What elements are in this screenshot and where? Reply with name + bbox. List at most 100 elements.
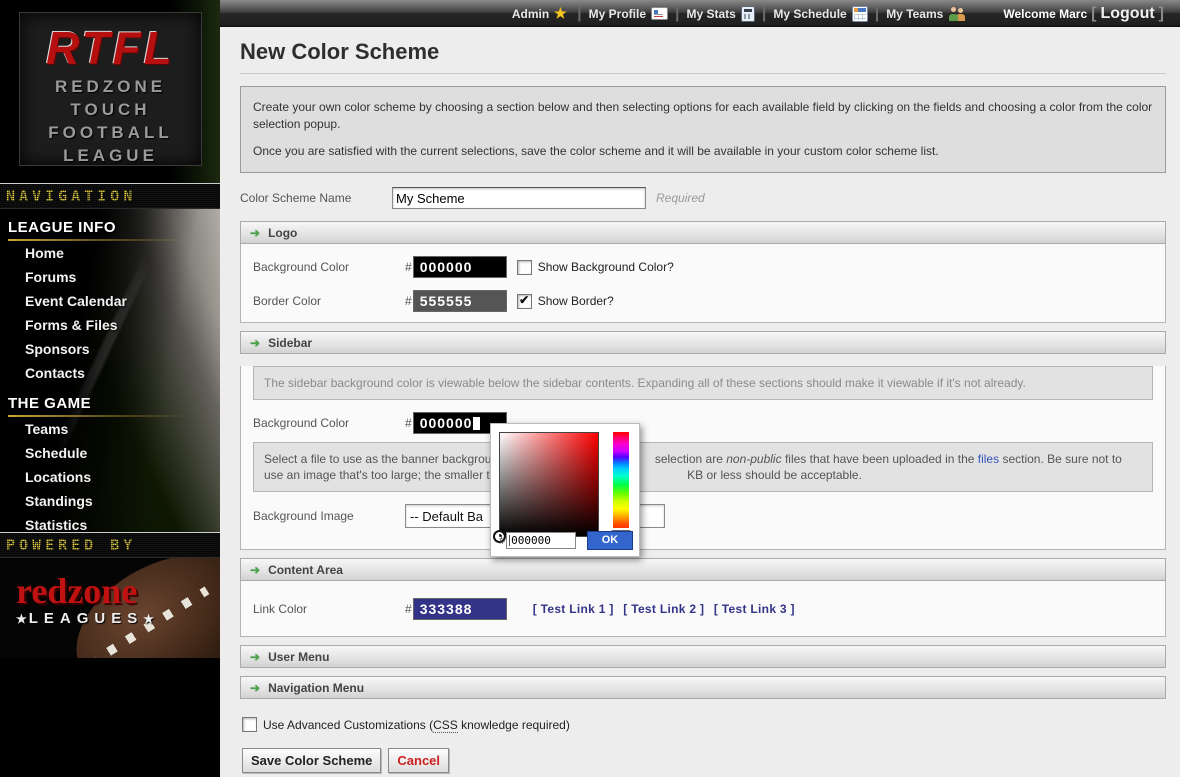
gold-rule: [8, 239, 220, 241]
stats-calculator-icon: [741, 6, 755, 22]
sidebar-item-home[interactable]: Home: [0, 241, 220, 265]
banner-note: Select a file to use as the banner backg…: [253, 442, 1153, 492]
sidebar-bg-color-row: Background Color # 000000: [241, 406, 1165, 440]
league-logo-area: RTFL REDZONE TOUCH FOOTBALL LEAGUE: [0, 0, 220, 183]
hash-prefix: #: [405, 260, 412, 274]
logo-line: TOUCH: [20, 98, 201, 121]
topbar-my-schedule[interactable]: My Schedule: [773, 6, 867, 22]
page-title: New Color Scheme: [240, 39, 1166, 74]
test-link-1[interactable]: [ Test Link 1 ]: [533, 602, 614, 616]
profile-vcard-icon: [651, 7, 668, 20]
section-body-content-area: Link Color # 333388 [ Test Link 1 ] [ Te…: [240, 581, 1166, 637]
sidebar-item-locations[interactable]: Locations: [0, 465, 220, 489]
advanced-customizations-row: Use Advanced Customizations (CSS knowled…: [242, 717, 1166, 732]
sidebar-item-contacts[interactable]: Contacts: [0, 361, 220, 385]
page: RTFL REDZONE TOUCH FOOTBALL LEAGUE NAVIG…: [0, 0, 1180, 777]
scheme-name-row: Color Scheme Name Required: [240, 187, 1166, 209]
logo-border-color-swatch[interactable]: 555555: [413, 290, 507, 312]
topbar-my-profile[interactable]: My Profile: [589, 7, 668, 21]
show-bg-color-checkbox[interactable]: [517, 260, 532, 275]
logo-rtfl-text: RTFL: [20, 21, 201, 75]
section-body-logo: Background Color # 000000 Show Backgroun…: [240, 244, 1166, 323]
sidebar-nav: LEAGUE INFO Home Forums Event Calendar F…: [0, 209, 220, 532]
league-logo: RTFL REDZONE TOUCH FOOTBALL LEAGUE: [19, 12, 202, 166]
advanced-customizations-checkbox[interactable]: [242, 717, 257, 732]
intro-paragraph-1: Create your own color scheme by choosing…: [253, 99, 1153, 133]
schedule-calendar-icon: [852, 6, 868, 22]
saturation-value-area[interactable]: [499, 432, 599, 537]
navigation-strip-label: NAVIGATION: [0, 184, 220, 205]
separator: |: [762, 5, 766, 23]
navigation-strip: NAVIGATION: [0, 183, 220, 209]
logo-bg-color-row: Background Color # 000000 Show Backgroun…: [241, 244, 1165, 284]
section-header-sidebar[interactable]: ➔ Sidebar: [240, 331, 1166, 354]
field-label: Background Color: [253, 416, 405, 430]
powered-by-label: POWERED BY: [0, 533, 220, 554]
topbar: Admin ★ | My Profile | My Stats | My Sch…: [220, 0, 1180, 28]
sidebar-filler: [0, 658, 220, 777]
hex-color-input[interactable]: 000000: [506, 532, 576, 549]
field-label: Link Color: [253, 602, 405, 616]
leagues-logo-text: ★LEAGUES★: [16, 610, 220, 627]
show-border-checkbox[interactable]: ✔: [517, 294, 532, 309]
section-header-user-menu[interactable]: ➔ User Menu: [240, 645, 1166, 668]
sidebar-item-event-calendar[interactable]: Event Calendar: [0, 289, 220, 313]
sidebar-item-sponsors[interactable]: Sponsors: [0, 337, 220, 361]
cancel-button[interactable]: Cancel: [388, 748, 449, 773]
color-picker-popup: # 000000 OK: [490, 423, 640, 557]
background-image-row: Background Image -- Default Ba: [241, 498, 1165, 534]
hash-prefix: #: [499, 535, 505, 547]
sidebar-item-forms-files[interactable]: Forms & Files: [0, 313, 220, 337]
expand-arrow-icon: ➔: [250, 563, 260, 577]
welcome-user-label: Welcome Marc: [1003, 7, 1087, 21]
topbar-my-stats[interactable]: My Stats: [687, 6, 755, 22]
league-info-header: LEAGUE INFO: [0, 209, 220, 241]
advanced-customizations-label: Use Advanced Customizations (CSS knowled…: [263, 718, 570, 732]
hash-prefix: #: [405, 294, 412, 308]
css-abbr: CSS: [433, 718, 458, 733]
logo-bg-color-swatch[interactable]: 000000: [413, 256, 507, 278]
sidebar-note: The sidebar background color is viewable…: [253, 366, 1153, 400]
sidebar-item-forums[interactable]: Forums: [0, 265, 220, 289]
test-link-3[interactable]: [ Test Link 3 ]: [714, 602, 795, 616]
bracket: ]: [1159, 5, 1164, 23]
sidebar-item-teams[interactable]: Teams: [0, 417, 220, 441]
sidebar-item-standings[interactable]: Standings: [0, 489, 220, 513]
separator: |: [875, 5, 879, 23]
separator: |: [577, 5, 581, 23]
sidebar-item-schedule[interactable]: Schedule: [0, 441, 220, 465]
section-header-content-area[interactable]: ➔ Content Area: [240, 558, 1166, 581]
expand-arrow-icon: ➔: [250, 226, 260, 240]
required-hint: Required: [656, 191, 705, 205]
logo-border-color-row: Border Color # 555555 ✔ Show Border?: [241, 284, 1165, 318]
text-cursor: [473, 417, 480, 430]
link-color-swatch[interactable]: 333388: [413, 598, 507, 620]
sidebar: RTFL REDZONE TOUCH FOOTBALL LEAGUE NAVIG…: [0, 0, 220, 777]
topbar-my-teams[interactable]: My Teams: [886, 7, 965, 21]
section-header-navigation-menu[interactable]: ➔ Navigation Menu: [240, 676, 1166, 699]
show-border-label: Show Border?: [538, 294, 614, 308]
gold-rule: [8, 415, 220, 417]
show-bg-color-label: Show Background Color?: [538, 260, 674, 274]
save-color-scheme-button[interactable]: Save Color Scheme: [242, 748, 381, 773]
expand-arrow-icon: ➔: [250, 650, 260, 664]
files-link[interactable]: files: [978, 452, 999, 466]
hash-prefix: #: [405, 602, 412, 616]
field-label: Background Color: [253, 260, 405, 274]
hue-slider[interactable]: [613, 432, 629, 528]
intro-box: Create your own color scheme by choosing…: [240, 86, 1166, 173]
scheme-name-input[interactable]: [392, 187, 646, 209]
admin-star-icon: ★: [554, 6, 570, 21]
topbar-admin[interactable]: Admin ★: [512, 6, 570, 21]
text-cursor: [509, 535, 510, 546]
section-header-logo[interactable]: ➔ Logo: [240, 221, 1166, 244]
non-public-emphasis: non-public: [726, 452, 781, 466]
logo-line: REDZONE: [20, 75, 201, 98]
scheme-name-label: Color Scheme Name: [240, 191, 392, 205]
logout-link[interactable]: Logout: [1100, 5, 1154, 23]
logo-line: FOOTBALL: [20, 121, 201, 144]
hash-prefix: #: [405, 416, 412, 430]
bracket: [: [1091, 5, 1096, 23]
test-link-2[interactable]: [ Test Link 2 ]: [623, 602, 704, 616]
ok-button[interactable]: OK: [587, 531, 633, 550]
